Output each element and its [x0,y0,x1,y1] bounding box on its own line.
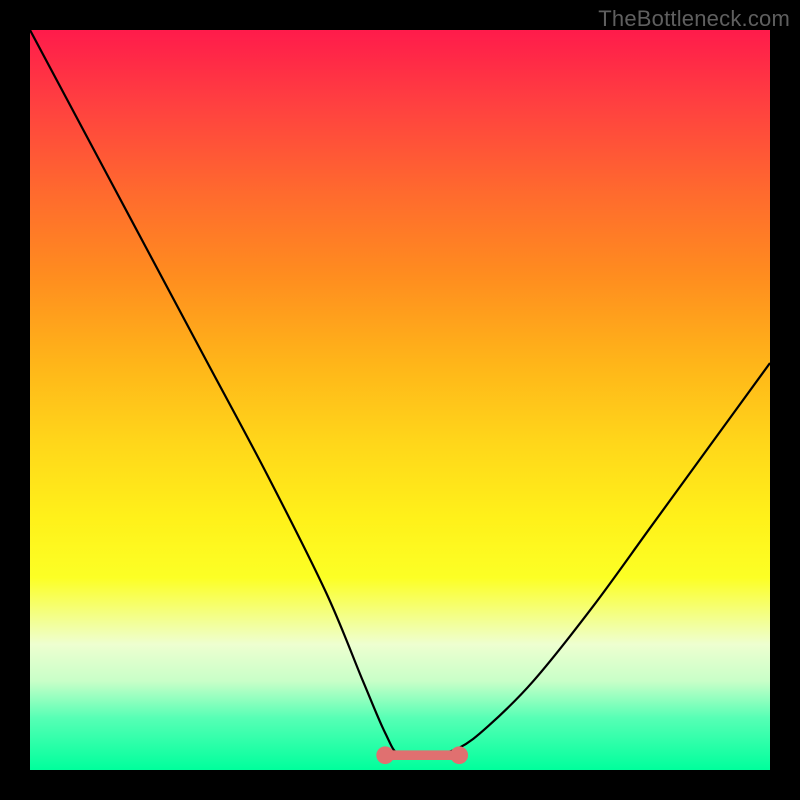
chart-plot-area [30,30,770,770]
optimal-range-end-marker [450,746,468,764]
bottleneck-curve [30,30,770,757]
optimal-range-start-marker [376,746,394,764]
chart-svg [30,30,770,770]
watermark-text: TheBottleneck.com [598,6,790,32]
chart-frame: TheBottleneck.com [0,0,800,800]
